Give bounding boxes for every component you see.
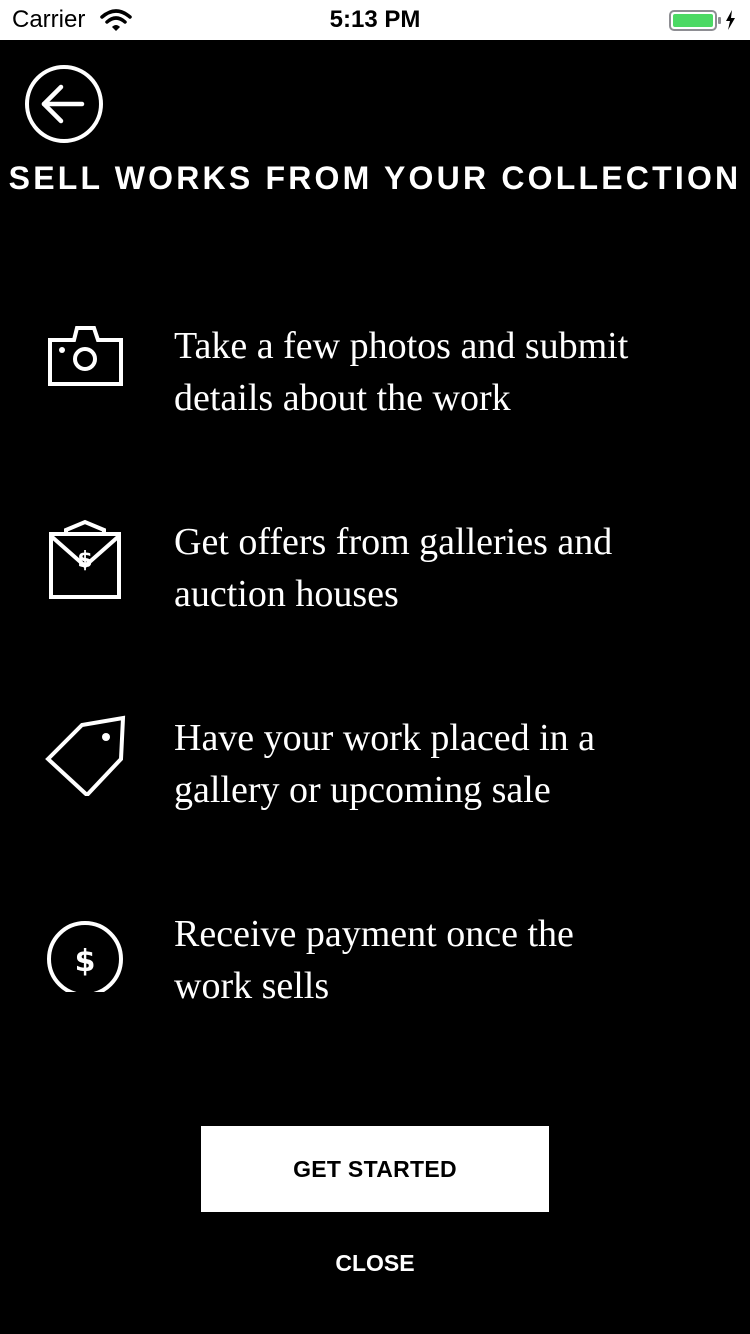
dollar-coin-icon: $ xyxy=(47,921,123,992)
get-started-button[interactable]: GET STARTED xyxy=(201,1126,549,1212)
back-button[interactable] xyxy=(24,64,104,144)
step-line: work sells xyxy=(174,965,330,1007)
svg-text:$: $ xyxy=(75,944,96,979)
price-tag-icon xyxy=(45,715,126,796)
step-line: Take a few photos and submit xyxy=(174,325,629,367)
step-line: Receive payment once the xyxy=(174,913,574,955)
step-line: gallery or upcoming sale xyxy=(174,769,551,811)
step-item-photos: Take a few photos and submit details abo… xyxy=(0,320,750,440)
step-text-payment: Receive payment once the work sells xyxy=(174,908,694,1012)
camera-icon xyxy=(48,326,123,386)
svg-text:$: $ xyxy=(77,548,92,573)
battery-charging-icon xyxy=(669,10,735,31)
step-line: auction houses xyxy=(174,573,399,615)
step-text-photos: Take a few photos and submit details abo… xyxy=(174,320,694,424)
step-line: Have your work placed in a xyxy=(174,717,596,759)
step-item-offers: $ Get offers from galleries and auction … xyxy=(0,516,750,636)
step-text-offers: Get offers from galleries and auction ho… xyxy=(174,516,694,620)
arrow-left-icon xyxy=(41,84,85,124)
step-line: Get offers from galleries and xyxy=(174,521,613,563)
step-item-payment: $ Receive payment once the work sells xyxy=(0,908,750,1028)
status-time: 5:13 PM xyxy=(329,6,421,33)
step-text-placement: Have your work placed in a gallery or up… xyxy=(174,712,694,816)
step-item-placement: Have your work placed in a gallery or up… xyxy=(0,712,750,832)
page-title: SELL WORKS FROM YOUR COLLECTION xyxy=(8,160,742,196)
step-line: details about the work xyxy=(174,377,511,419)
envelope-dollar-icon: $ xyxy=(49,519,121,599)
status-bar: Carrier 5:13 PM xyxy=(0,0,750,40)
close-button[interactable]: CLOSE xyxy=(300,1240,450,1286)
